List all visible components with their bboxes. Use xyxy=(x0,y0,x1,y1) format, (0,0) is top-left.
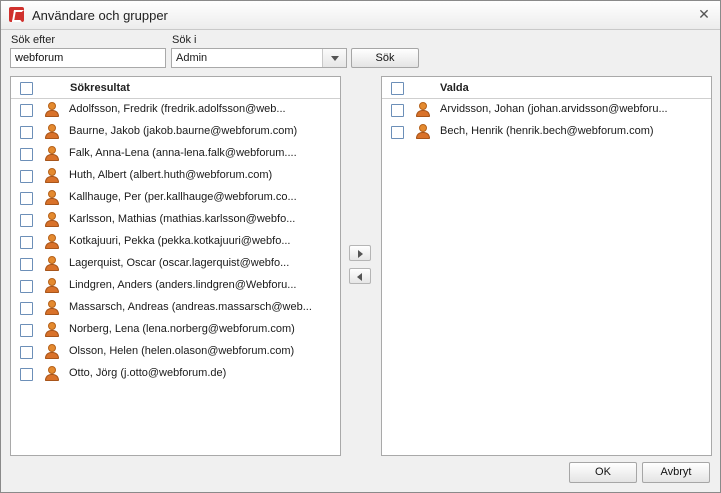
selected-header: Valda xyxy=(382,77,711,99)
list-item[interactable]: Lagerquist, Oscar (oscar.lagerquist@webf… xyxy=(11,253,340,275)
results-list: Adolfsson, Fredrik (fredrik.adolfsson@we… xyxy=(11,99,340,385)
select-all-selected-checkbox[interactable] xyxy=(391,82,404,95)
title-bar[interactable]: Användare och grupper ✕ xyxy=(1,1,720,30)
list-item[interactable]: Massarsch, Andreas (andreas.massarsch@we… xyxy=(11,297,340,319)
user-label: Bech, Henrik (henrik.bech@webforum.com) xyxy=(440,125,654,137)
user-label: Lindgren, Anders (anders.lindgren@Webfor… xyxy=(69,279,297,291)
row-checkbox[interactable] xyxy=(20,258,33,271)
list-item[interactable]: Olsson, Helen (helen.olason@webforum.com… xyxy=(11,341,340,363)
user-icon xyxy=(45,234,59,249)
user-icon xyxy=(45,300,59,315)
move-left-button[interactable] xyxy=(349,268,371,284)
user-icon xyxy=(45,344,59,359)
row-checkbox[interactable] xyxy=(391,104,404,117)
search-button[interactable]: Sök xyxy=(351,48,419,68)
row-checkbox[interactable] xyxy=(20,302,33,315)
row-checkbox[interactable] xyxy=(20,368,33,381)
user-label: Karlsson, Mathias (mathias.karlsson@webf… xyxy=(69,213,296,225)
user-label: Otto, Jörg (j.otto@webforum.de) xyxy=(69,367,227,379)
user-label: Kallhauge, Per (per.kallhauge@webforum.c… xyxy=(69,191,297,203)
row-checkbox[interactable] xyxy=(20,236,33,249)
row-checkbox[interactable] xyxy=(20,192,33,205)
search-input[interactable] xyxy=(10,48,166,68)
search-results-panel: Sökresultat Adolfsson, Fredrik (fredrik.… xyxy=(10,76,341,456)
user-label: Falk, Anna-Lena (anna-lena.falk@webforum… xyxy=(69,147,297,159)
scope-select-value: Admin xyxy=(176,52,208,64)
list-item[interactable]: Falk, Anna-Lena (anna-lena.falk@webforum… xyxy=(11,143,340,165)
row-checkbox[interactable] xyxy=(391,126,404,139)
user-label: Kotkajuuri, Pekka (pekka.kotkajuuri@webf… xyxy=(69,235,291,247)
user-icon xyxy=(45,190,59,205)
user-label: Lagerquist, Oscar (oscar.lagerquist@webf… xyxy=(69,257,290,269)
move-right-button[interactable] xyxy=(349,245,371,261)
row-checkbox[interactable] xyxy=(20,214,33,227)
user-icon xyxy=(45,124,59,139)
user-icon xyxy=(45,212,59,227)
selected-list: Arvidsson, Johan (johan.arvidsson@webfor… xyxy=(382,99,711,143)
scope-label: Sök i xyxy=(172,34,197,46)
list-item[interactable]: Otto, Jörg (j.otto@webforum.de) xyxy=(11,363,340,385)
user-icon xyxy=(45,146,59,161)
chevron-down-icon[interactable] xyxy=(322,49,346,67)
scope-select[interactable]: Admin xyxy=(171,48,347,68)
list-item[interactable]: Huth, Albert (albert.huth@webforum.com) xyxy=(11,165,340,187)
user-icon xyxy=(45,256,59,271)
user-icon xyxy=(45,168,59,183)
list-item[interactable]: Norberg, Lena (lena.norberg@webforum.com… xyxy=(11,319,340,341)
row-checkbox[interactable] xyxy=(20,104,33,117)
user-icon xyxy=(45,366,59,381)
close-icon[interactable]: ✕ xyxy=(696,5,712,23)
list-item[interactable]: Adolfsson, Fredrik (fredrik.adolfsson@we… xyxy=(11,99,340,121)
row-checkbox[interactable] xyxy=(20,126,33,139)
user-icon xyxy=(416,124,430,139)
row-checkbox[interactable] xyxy=(20,346,33,359)
users-groups-dialog: Användare och grupper ✕ Sök efter Sök i … xyxy=(0,0,721,493)
search-label: Sök efter xyxy=(11,34,56,46)
selected-header-label: Valda xyxy=(440,82,469,94)
user-label: Olsson, Helen (helen.olason@webforum.com… xyxy=(69,345,295,357)
list-item[interactable]: Kallhauge, Per (per.kallhauge@webforum.c… xyxy=(11,187,340,209)
row-checkbox[interactable] xyxy=(20,280,33,293)
list-item[interactable]: Bech, Henrik (henrik.bech@webforum.com) xyxy=(382,121,711,143)
row-checkbox[interactable] xyxy=(20,170,33,183)
user-icon xyxy=(45,102,59,117)
list-item[interactable]: Karlsson, Mathias (mathias.karlsson@webf… xyxy=(11,209,340,231)
user-label: Huth, Albert (albert.huth@webforum.com) xyxy=(69,169,273,181)
user-label: Baurne, Jakob (jakob.baurne@webforum.com… xyxy=(69,125,298,137)
ok-button[interactable]: OK xyxy=(569,462,637,483)
user-label: Arvidsson, Johan (johan.arvidsson@webfor… xyxy=(440,103,668,115)
user-icon xyxy=(45,322,59,337)
results-header-label: Sökresultat xyxy=(70,82,130,94)
list-item[interactable]: Kotkajuuri, Pekka (pekka.kotkajuuri@webf… xyxy=(11,231,340,253)
list-item[interactable]: Lindgren, Anders (anders.lindgren@Webfor… xyxy=(11,275,340,297)
dialog-title: Användare och grupper xyxy=(32,8,168,23)
cancel-button[interactable]: Avbryt xyxy=(642,462,710,483)
selected-panel: Valda Arvidsson, Johan (johan.arvidsson@… xyxy=(381,76,712,456)
list-item[interactable]: Arvidsson, Johan (johan.arvidsson@webfor… xyxy=(382,99,711,121)
list-item[interactable]: Baurne, Jakob (jakob.baurne@webforum.com… xyxy=(11,121,340,143)
user-icon xyxy=(416,102,430,117)
row-checkbox[interactable] xyxy=(20,324,33,337)
user-label: Adolfsson, Fredrik (fredrik.adolfsson@we… xyxy=(69,103,286,115)
app-logo-icon xyxy=(9,7,24,22)
user-icon xyxy=(45,278,59,293)
user-label: Norberg, Lena (lena.norberg@webforum.com… xyxy=(69,323,295,335)
select-all-results-checkbox[interactable] xyxy=(20,82,33,95)
user-label: Massarsch, Andreas (andreas.massarsch@we… xyxy=(69,301,312,313)
row-checkbox[interactable] xyxy=(20,148,33,161)
results-header: Sökresultat xyxy=(11,77,340,99)
